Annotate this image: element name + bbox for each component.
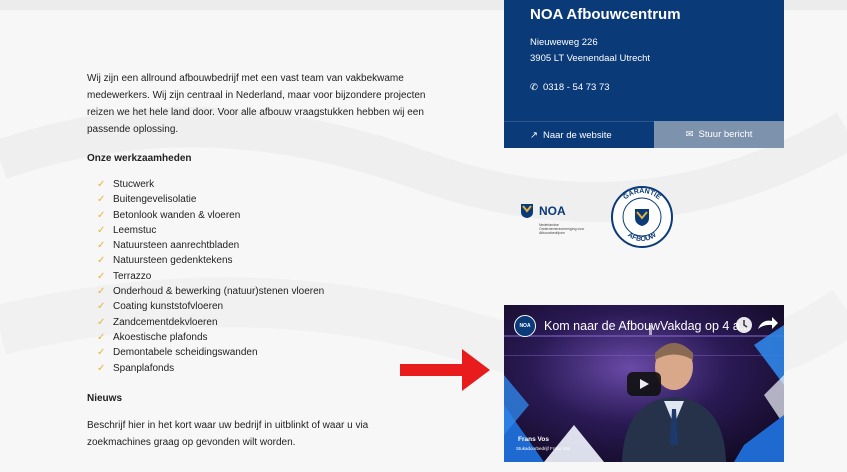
video-person-name: Frans Vos <box>518 436 549 443</box>
work-heading: Onze werkzaamheden <box>87 153 192 164</box>
member-logos: NOA Nederlandse Ondernemersvereniging vo… <box>520 185 690 255</box>
send-message-label: Stuur bericht <box>698 129 753 140</box>
noa-logo: NOA <box>520 203 566 219</box>
website-button[interactable]: ↗ Naar de website <box>504 121 654 148</box>
red-arrow-icon <box>400 349 490 391</box>
work-item-label: Natuursteen aanrechtbladen <box>113 240 240 252</box>
check-icon: ✓ <box>97 255 106 267</box>
work-item-label: Zandcementdekvloeren <box>113 316 218 328</box>
check-icon: ✓ <box>97 301 106 313</box>
noa-logo-subtext: Nederlandse Ondernemersvereniging voor A… <box>539 223 585 235</box>
address-street: Nieuweweg 226 <box>530 37 598 48</box>
work-list-item: ✓ Akoestische plafonds <box>97 330 427 345</box>
main-content: Wij zijn een allround afbouwbedrijf met … <box>87 70 427 451</box>
intro-text: Wij zijn een allround afbouwbedrijf met … <box>87 73 426 135</box>
noa-logo-text: NOA <box>539 204 566 218</box>
work-item-label: Spanplafonds <box>113 362 175 374</box>
work-list-item: ✓ Buitengevelisolatie <box>97 192 427 207</box>
watch-later-share-icons[interactable] <box>734 313 780 337</box>
external-link-icon: ↗ <box>530 129 538 141</box>
work-item-label: Demontabele scheidingswanden <box>113 347 258 359</box>
garantie-seal-icon: GARANTIE AFBOUW <box>611 186 673 248</box>
work-item-label: Stucwerk <box>113 179 155 190</box>
check-icon: ✓ <box>97 179 106 190</box>
check-icon: ✓ <box>97 224 106 236</box>
website-button-label: Naar de website <box>542 129 612 141</box>
phone-number: 0318 - 54 73 73 <box>542 82 610 93</box>
phone-icon: ✆ <box>530 82 538 93</box>
send-message-button[interactable]: ✉ Stuur bericht <box>654 121 784 148</box>
check-icon: ✓ <box>97 331 106 343</box>
work-list-item: ✓ Stucwerk <box>97 177 427 192</box>
address-city: 3905 LT Veenendaal Utrecht <box>530 53 651 64</box>
work-item-label: Terrazzo <box>113 270 152 282</box>
check-icon: ✓ <box>97 194 106 206</box>
work-list-item: ✓ Spanplafonds <box>97 361 427 376</box>
check-icon: ✓ <box>97 286 106 298</box>
video-player[interactable]: NOA Kom naar de AfbouwVakdag op 4 a... F… <box>504 305 784 462</box>
work-list-item: ✓ Natuursteen gedenktekens <box>97 253 427 268</box>
check-icon: ✓ <box>97 270 106 282</box>
work-item-label: Betonlook wanden & vloeren <box>113 209 241 221</box>
work-list-item: ✓ Demontabele scheidingswanden <box>97 345 427 360</box>
noa-shield-icon <box>521 204 533 218</box>
channel-avatar[interactable]: NOA <box>514 315 536 337</box>
work-item-label: Leemstuc <box>113 224 157 236</box>
work-item-label: Onderhoud & bewerking (natuur)stenen vlo… <box>113 286 325 298</box>
work-item-label: Coating kunststofvloeren <box>113 301 224 313</box>
company-title: NOA Afbouwcentrum <box>530 6 681 23</box>
video-title[interactable]: Kom naar de AfbouwVakdag op 4 a... <box>544 319 750 333</box>
work-item-label: Natuursteen gedenktekens <box>113 255 233 267</box>
work-item-label: Buitengevelisolatie <box>113 194 197 206</box>
work-list: ✓ Stucwerk ✓ Buitengevelisolatie ✓ Betonlook … <box>97 177 427 376</box>
work-item-label: Akoestische plafonds <box>113 331 208 343</box>
check-icon: ✓ <box>97 347 106 359</box>
work-list-item: ✓ Terrazzo <box>97 269 427 284</box>
video-person-company: Stukadoorbedrijf Frans Vos <box>516 446 571 451</box>
work-list-item: ✓ Coating kunststofvloeren <box>97 299 427 314</box>
check-icon: ✓ <box>97 316 106 328</box>
check-icon: ✓ <box>97 362 106 374</box>
news-text: Beschrijf hier in het kort waar uw bedri… <box>87 419 369 448</box>
check-icon: ✓ <box>97 240 106 252</box>
news-heading: Nieuws <box>87 392 123 404</box>
play-button[interactable] <box>627 372 661 396</box>
work-list-item: ✓ Onderhoud & bewerking (natuur)stenen vl… <box>97 284 427 299</box>
phone-link[interactable]: ✆ 0318 - 54 73 73 <box>530 82 610 93</box>
play-icon <box>640 379 649 389</box>
mail-icon: ✉ <box>685 129 694 140</box>
company-card: NOA Afbouwcentrum Nieuweweg 226 3905 LT … <box>504 0 784 148</box>
work-list-item: ✓ Natuursteen aanrechtbladen <box>97 238 427 253</box>
check-icon: ✓ <box>97 209 106 221</box>
work-list-item: ✓ Zandcementdekvloeren <box>97 315 427 330</box>
work-list-item: ✓ Leemstuc <box>97 223 427 238</box>
work-list-item: ✓ Betonlook wanden & vloeren <box>97 208 427 223</box>
